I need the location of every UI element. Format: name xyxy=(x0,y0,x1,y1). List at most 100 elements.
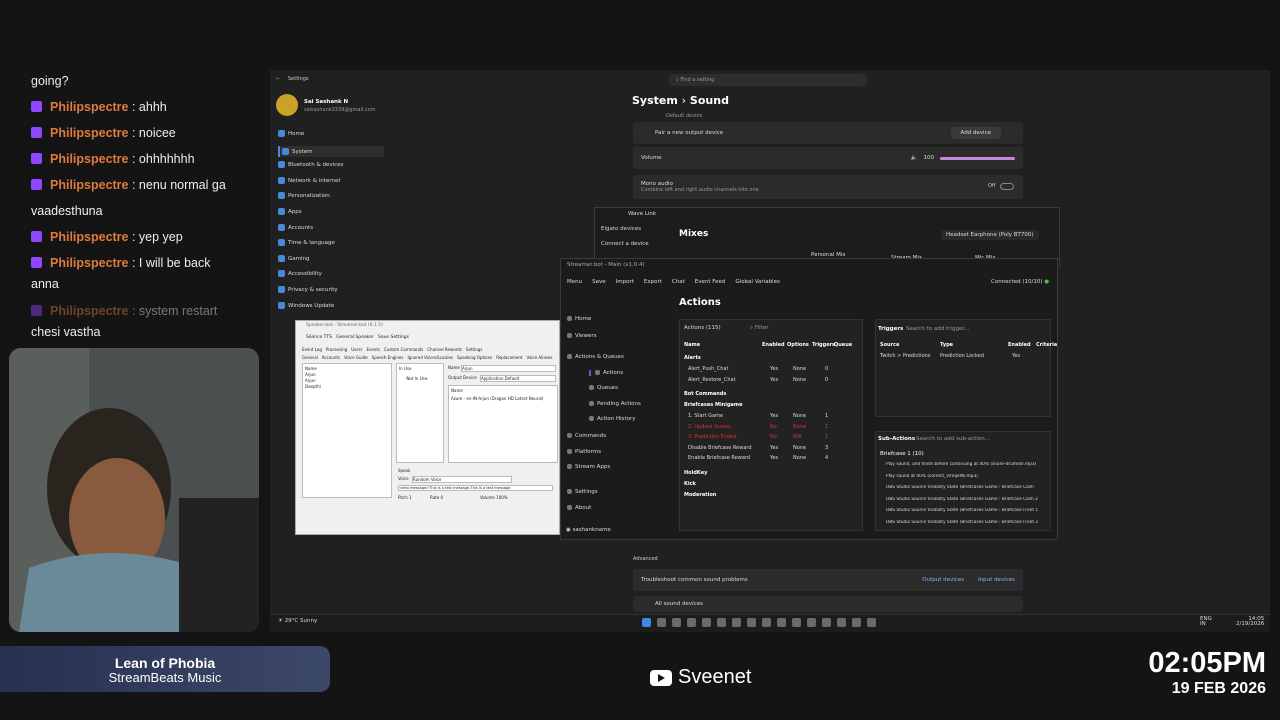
settings-nav-item[interactable]: Personalization xyxy=(278,192,330,200)
action-cell[interactable]: 4 xyxy=(825,455,828,461)
tts-tab[interactable]: Speaking Options xyxy=(457,355,492,360)
settings-nav-item[interactable]: System xyxy=(278,145,384,157)
tts-tab[interactable]: Events xyxy=(366,347,380,352)
volume-slider[interactable] xyxy=(940,156,1015,160)
taskbar-clock[interactable]: 14:05 2/19/2026 xyxy=(1236,616,1264,627)
test-message-input[interactable]: <test message>This is a test message.Thi… xyxy=(398,485,553,491)
app-taskbar-icon[interactable] xyxy=(867,618,876,627)
breadcrumb-system[interactable]: System xyxy=(632,94,678,107)
voice-list[interactable]: Name Arjun Arjun Deepthi xyxy=(302,363,392,498)
terminal-taskbar-icon[interactable] xyxy=(777,618,786,627)
actions-column-header[interactable]: Enabled xyxy=(762,342,785,348)
speaker-icon[interactable]: 🔈 xyxy=(911,155,918,161)
action-cell[interactable]: 2. Update Scores xyxy=(688,424,731,430)
toolbar-button[interactable]: Export xyxy=(644,279,662,285)
tts-tab[interactable]: General xyxy=(302,355,318,360)
output-device-select[interactable]: Application Default xyxy=(480,375,556,382)
subaction-item[interactable]: OBS Studio Source Visibility State (Brie… xyxy=(886,497,1046,502)
action-cell[interactable]: Disable Briefcase Reward xyxy=(688,445,752,451)
action-cell[interactable]: Alert_Push_Chat xyxy=(688,366,728,372)
tts-tab[interactable]: Voice Aliases xyxy=(527,355,553,360)
action-cell[interactable]: No xyxy=(770,424,777,430)
output-devices-link[interactable]: Output devices xyxy=(922,577,964,583)
settings-nav-item[interactable]: Home xyxy=(278,130,304,137)
subaction-item[interactable]: Play sound, and finish before continuing… xyxy=(886,462,1046,467)
tts-tab[interactable]: Speech Engines xyxy=(372,355,404,360)
all-devices-row[interactable]: All sound devices xyxy=(633,596,1023,612)
action-group[interactable]: HoldKey xyxy=(684,470,707,476)
sbot-nav-item[interactable]: Home xyxy=(567,316,591,322)
action-cell[interactable]: Enable Briefcase Reward xyxy=(688,455,750,461)
action-cell[interactable]: Alert_Restore_Chat xyxy=(688,377,736,383)
toolbar-button[interactable]: Global Variables xyxy=(735,279,779,285)
subaction-item[interactable]: OBS Studio Source Visibility State (Brie… xyxy=(886,508,1046,513)
sbot-nav-item[interactable]: Pending Actions xyxy=(589,401,641,407)
action-cell[interactable]: Yes xyxy=(770,377,778,383)
input-devices-link[interactable]: Input devices xyxy=(978,577,1015,583)
add-device-button[interactable]: Add device xyxy=(950,127,1001,139)
sbot-nav-item[interactable]: About xyxy=(567,505,591,511)
action-cell[interactable]: 1 xyxy=(825,424,828,430)
alias-name-input[interactable]: Arjun xyxy=(461,365,556,372)
media-taskbar-icon[interactable] xyxy=(837,618,846,627)
trigger-column-header[interactable]: Source xyxy=(880,342,899,348)
connect-device[interactable]: Connect a device xyxy=(601,241,649,247)
tts-tab[interactable]: Event Log xyxy=(302,347,322,352)
sbot-nav-item[interactable]: Actions & Queues xyxy=(567,354,624,360)
action-group[interactable]: Kick xyxy=(684,481,696,487)
tts-tab[interactable]: Settings xyxy=(466,347,482,352)
sbot-nav-item[interactable]: Commands xyxy=(567,433,606,439)
discord-taskbar-icon[interactable] xyxy=(807,618,816,627)
action-cell[interactable]: Yes xyxy=(770,445,778,451)
subaction-search[interactable]: Search to add sub-action... xyxy=(916,436,990,442)
subaction-item[interactable]: OBS Studio Source Visibility State (Brie… xyxy=(886,485,1046,490)
tts-tab[interactable]: Processing xyxy=(326,347,347,352)
subaction-group[interactable]: Briefcase 1 (10) xyxy=(880,451,924,457)
rate-control[interactable]: Rate 0 xyxy=(430,495,443,500)
settings-nav-item[interactable]: Accounts xyxy=(278,223,313,231)
obs-taskbar-icon[interactable] xyxy=(747,618,756,627)
settings-nav-item[interactable]: Windows Update xyxy=(278,301,334,309)
action-cell[interactable]: No xyxy=(770,434,777,440)
trigger-cell[interactable]: Twitch > Predictions xyxy=(880,353,930,359)
settings-nav-item[interactable]: Bluetooth & devices xyxy=(278,161,343,169)
in-use-list[interactable]: In Use -Not In Use- xyxy=(396,363,444,463)
settings-nav-item[interactable]: Privacy & security xyxy=(278,286,338,293)
toolbar-button[interactable]: Import xyxy=(616,279,634,285)
sbot-nav-item[interactable]: Actions xyxy=(589,370,623,376)
toolbar-button[interactable]: Menu xyxy=(567,279,582,285)
files-taskbar-icon[interactable] xyxy=(687,618,696,627)
action-cell[interactable]: 3 xyxy=(825,445,828,451)
action-cell[interactable]: None xyxy=(793,377,806,383)
actions-filter[interactable]: ⌕ Filter xyxy=(750,325,768,332)
trigger-search[interactable]: Search to add trigger... xyxy=(906,326,969,332)
connected-status[interactable]: Connected (10/10) ● xyxy=(991,279,1049,285)
back-icon[interactable]: ← xyxy=(276,76,280,82)
settings-nav-item[interactable]: Time & language xyxy=(278,239,335,247)
chrome-taskbar-icon[interactable] xyxy=(792,618,801,627)
sbot-nav-item[interactable]: Viewers xyxy=(567,333,597,339)
action-cell[interactable]: Yes xyxy=(770,366,778,372)
start-taskbar-icon[interactable] xyxy=(642,618,651,627)
headset-select[interactable]: Headset Earphone (Poly BT700) xyxy=(941,230,1039,240)
tts-tab[interactable]: Custom Commands xyxy=(384,347,423,352)
trigger-cell[interactable]: Prediction Locked xyxy=(940,353,984,359)
action-group[interactable]: Alerts xyxy=(684,355,701,361)
actions-column-header[interactable]: Name xyxy=(684,342,700,348)
tts-tab[interactable]: Channel Rewards xyxy=(427,347,462,352)
action-cell[interactable]: 0 xyxy=(825,366,828,372)
tts-tab[interactable]: Ignored Voices/Locales xyxy=(407,355,453,360)
subaction-item[interactable]: OBS Studio Source Visibility State (Brie… xyxy=(886,520,1046,525)
weather-widget[interactable]: ☀ 29°C Sunny xyxy=(278,618,317,624)
voice-list-item[interactable]: Name xyxy=(305,366,317,371)
sbot-nav-item[interactable]: Settings xyxy=(567,489,598,495)
speak-voice-select[interactable]: Random Voice xyxy=(412,476,512,483)
trigger-column-header[interactable]: Criteria xyxy=(1036,342,1057,348)
tts-tab[interactable]: Users xyxy=(351,347,362,352)
trigger-column-header[interactable]: Type xyxy=(940,342,953,348)
sbot-nav-item[interactable]: Stream Apps xyxy=(567,464,610,470)
settings-taskbar-icon[interactable] xyxy=(822,618,831,627)
toolbar-button[interactable]: Event Feed xyxy=(695,279,726,285)
general-speaker-menu[interactable]: General Speaker xyxy=(336,335,373,340)
action-cell[interactable]: Yes xyxy=(770,455,778,461)
